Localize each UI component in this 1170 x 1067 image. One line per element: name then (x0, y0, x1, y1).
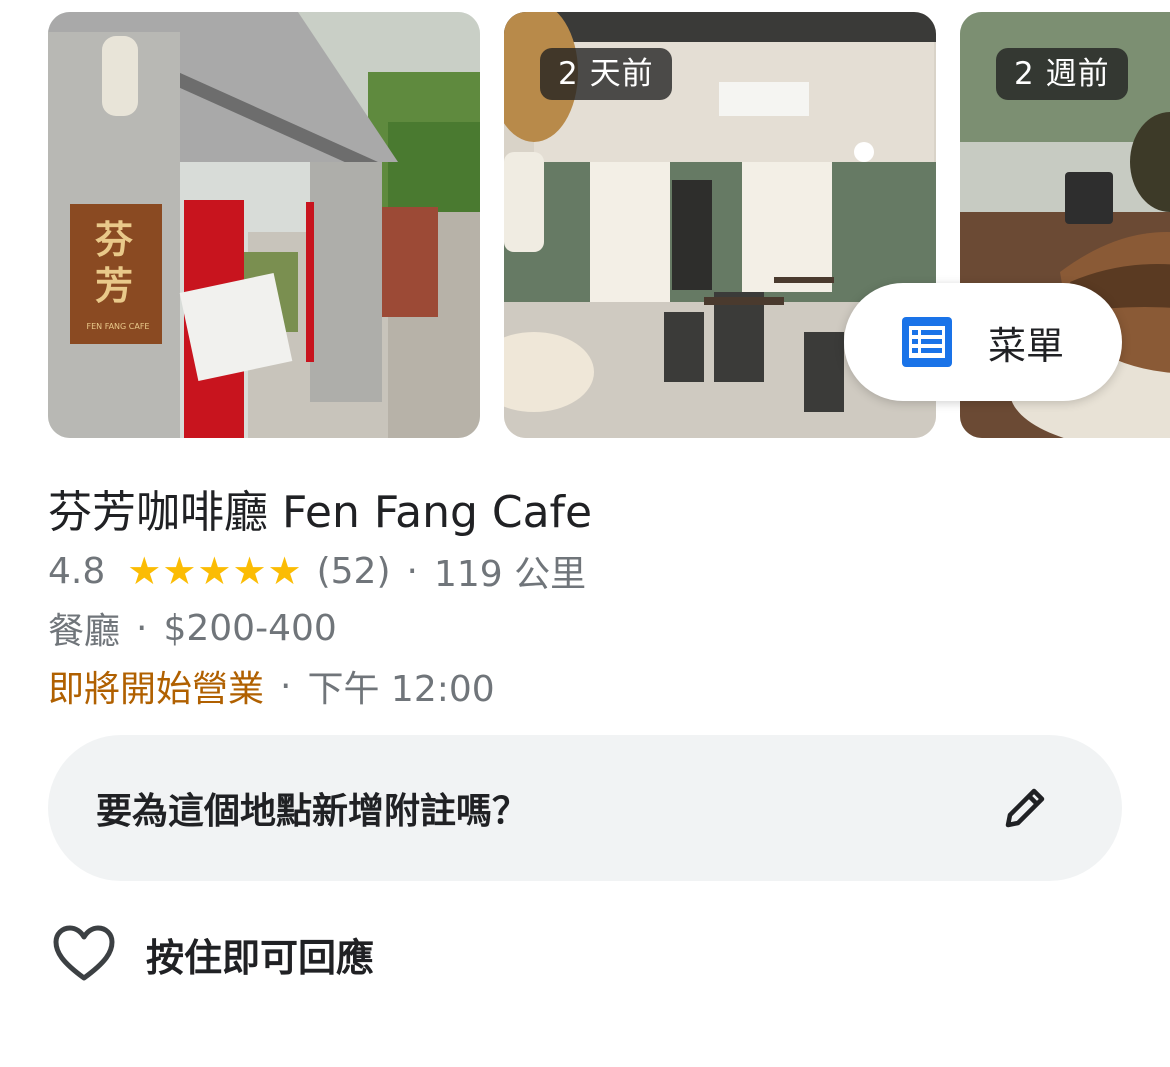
react-button[interactable]: 按住即可回應 (52, 924, 374, 984)
menu-button-label: 菜單 (988, 323, 1065, 368)
separator-dot: · (406, 550, 418, 592)
hours-row[interactable]: 即將開始營業 · 下午 12:00 (48, 660, 495, 712)
pencil-icon (1005, 788, 1045, 828)
list-icon (902, 317, 952, 367)
review-count[interactable]: (52) (317, 551, 391, 592)
price-range: $200-400 (163, 607, 337, 649)
category-row: 餐廳 · $200-400 (48, 602, 337, 654)
cafe-sign-text: 芬芳 (94, 218, 133, 308)
menu-button[interactable]: 菜單 (844, 283, 1122, 401)
place-title: 芬芳咖啡廳 Fen Fang Cafe (48, 487, 593, 538)
separator-dot: · (280, 665, 292, 707)
open-time: 下午 12:00 (307, 669, 495, 710)
heart-outline-icon (53, 925, 115, 981)
cafe-sign-subtext: FEN FANG CAFE (86, 322, 150, 331)
add-note-prompt: 要為這個地點新增附註嗎？ (96, 791, 529, 832)
add-note-button[interactable]: 要為這個地點新增附註嗎？ (48, 735, 1122, 881)
distance: 119 公里 (433, 554, 587, 595)
star-rating-icon: ★★★★★ (127, 549, 303, 593)
category: 餐廳 (48, 611, 121, 652)
open-status: 即將開始營業 (48, 669, 265, 710)
rating-row: 4.8 ★★★★★ (52) · 119 公里 (48, 545, 586, 597)
separator-dot: · (136, 607, 148, 649)
photo-age-badge: 2 週前 (996, 48, 1128, 100)
react-label: 按住即可回應 (146, 935, 375, 980)
photo-storefront[interactable]: 芬芳 FEN FANG CAFE (48, 12, 480, 438)
photo-age-badge: 2 天前 (540, 48, 672, 100)
rating-value: 4.8 (48, 550, 106, 592)
